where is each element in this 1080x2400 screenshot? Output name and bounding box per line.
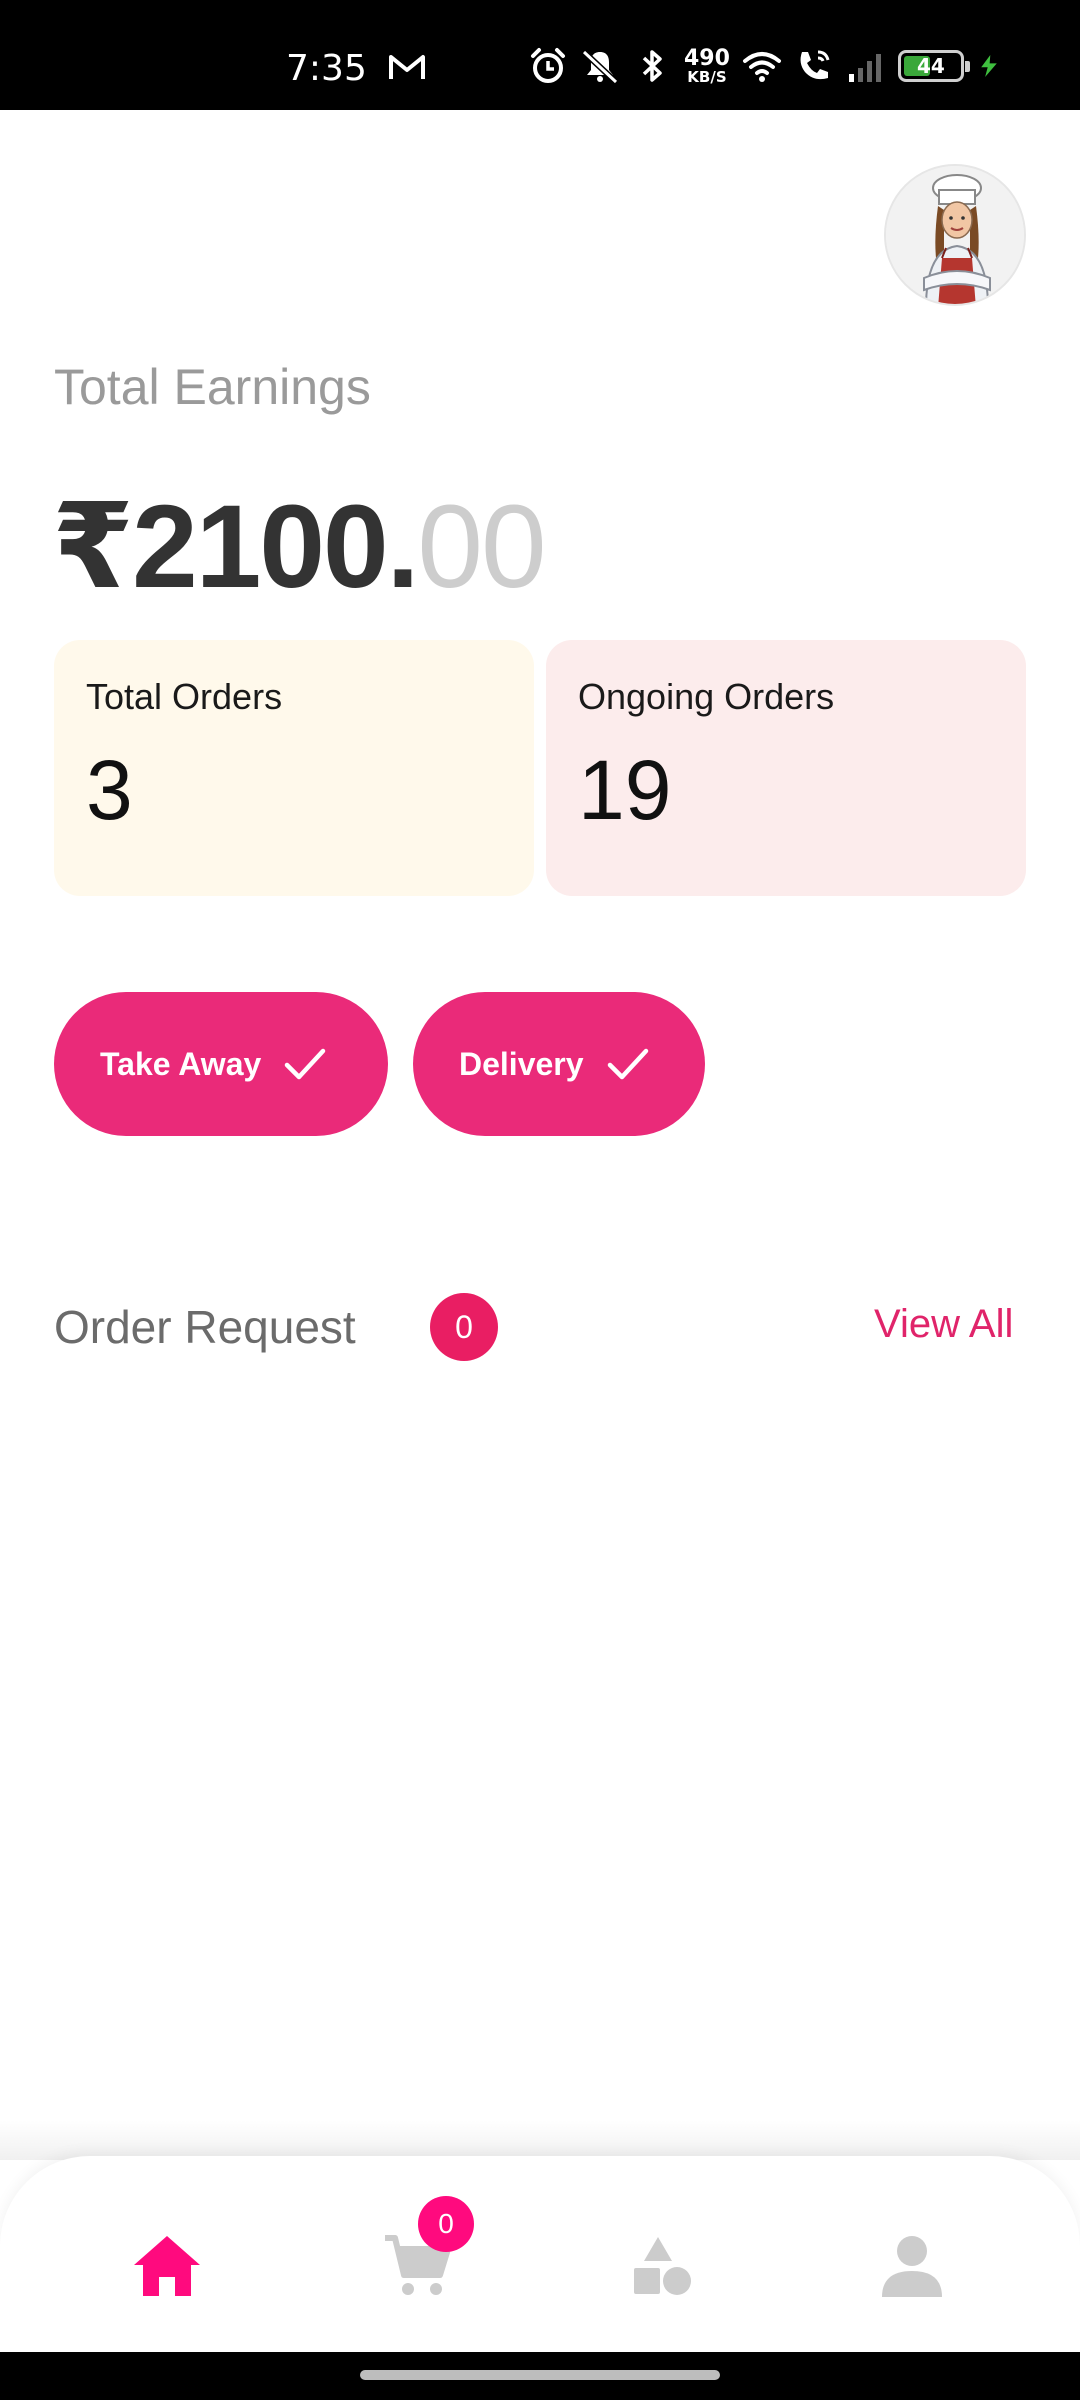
order-request-title: Order Request (54, 1301, 356, 1353)
delivery-label: Delivery (459, 1045, 584, 1082)
ongoing-orders-card[interactable]: Ongoing Orders 19 (546, 640, 1026, 896)
bluetooth-icon (642, 50, 662, 82)
total-earnings-amount: ₹2100.00 (52, 488, 547, 606)
ongoing-orders-label: Ongoing Orders (578, 676, 835, 717)
check-icon (607, 1048, 648, 1080)
bottom-nav-shadow (0, 2120, 1080, 2160)
nav-profile[interactable] (872, 2226, 952, 2306)
ongoing-orders-value: 19 (578, 743, 672, 837)
order-request-count-badge: 0 (430, 1293, 498, 1361)
charging-icon (981, 54, 997, 78)
home-icon (134, 2236, 200, 2296)
chef-avatar[interactable] (884, 164, 1026, 306)
gesture-navigation-area (0, 2352, 1080, 2400)
signal-icon (848, 54, 881, 82)
categories-icon (634, 2237, 691, 2295)
vibrate-off-icon (581, 49, 619, 85)
wifi-icon (742, 52, 781, 82)
total-orders-value: 3 (86, 743, 133, 837)
view-all-link[interactable]: View All (874, 1302, 1013, 1347)
nav-home[interactable] (127, 2226, 207, 2306)
take-away-toggle[interactable]: Take Away (54, 992, 388, 1136)
battery-icon: 44 (897, 50, 970, 82)
profile-icon (882, 2236, 942, 2297)
cart-count-badge: 0 (418, 2196, 474, 2252)
check-icon (285, 1048, 326, 1080)
wifi-calling-icon (800, 50, 830, 80)
total-orders-card[interactable]: Total Orders 3 (54, 640, 534, 896)
gmail-icon (389, 55, 425, 79)
status-time: 7:35 (286, 48, 367, 89)
total-earnings-label: Total Earnings (54, 359, 371, 415)
home-gesture-bar[interactable] (360, 2370, 720, 2380)
earnings-decimal: 00 (417, 481, 546, 613)
status-icons: 490 KB/S 44 (528, 44, 1002, 88)
take-away-label: Take Away (100, 1045, 262, 1082)
battery-level: 44 (917, 54, 945, 78)
network-speed-unit: KB/S (687, 67, 727, 86)
status-bar: 7:35 490 KB/S 44 (0, 0, 1080, 110)
delivery-toggle[interactable]: Delivery (413, 992, 705, 1136)
earnings-integer: ₹2100. (52, 481, 419, 613)
network-speed: 490 KB/S (684, 45, 730, 86)
alarm-icon (531, 48, 565, 83)
bottom-navigation: 0 (0, 2156, 1080, 2352)
network-speed-value: 490 (684, 45, 730, 71)
nav-categories[interactable] (622, 2226, 702, 2306)
total-orders-label: Total Orders (86, 676, 283, 717)
chef-avatar-icon (886, 166, 1024, 304)
